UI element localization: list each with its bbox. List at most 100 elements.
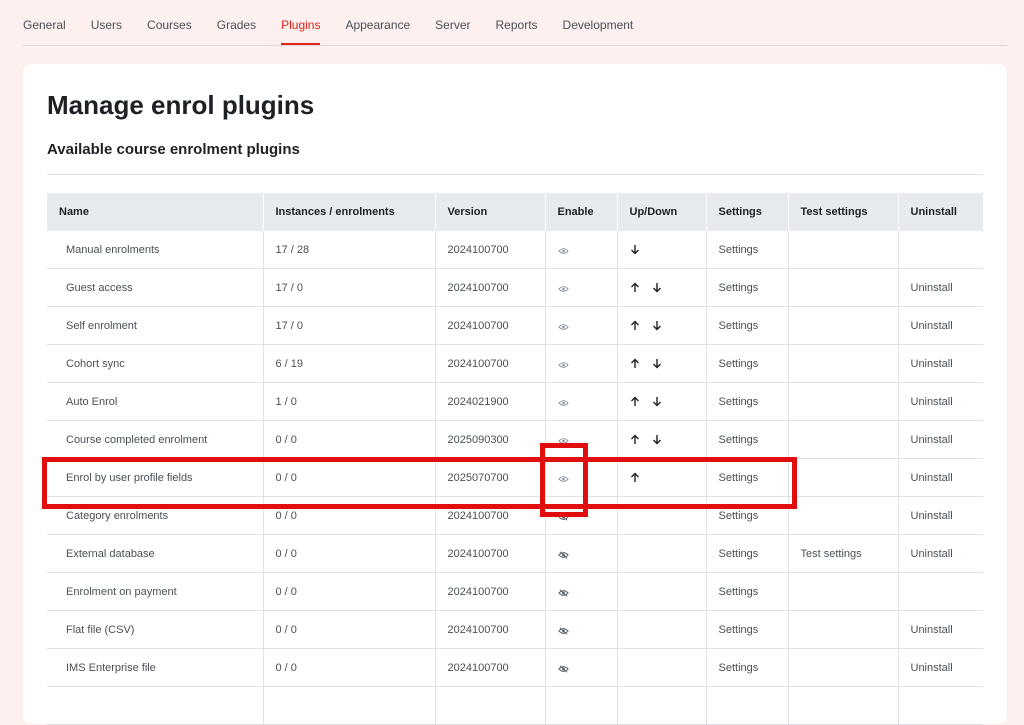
plugin-version: 2024100700 [434,534,545,573]
uninstall-link[interactable]: Uninstall [897,648,983,687]
arrow-down-icon[interactable] [652,282,662,293]
uninstall-link[interactable]: Uninstall [897,458,983,497]
eye-slash-icon[interactable] [557,588,569,597]
header-enable: Enable [544,193,617,231]
arrow-up-icon[interactable] [630,434,640,445]
nav-tab-general[interactable]: General [23,0,66,32]
nav-tab-plugins[interactable]: Plugins [281,0,321,45]
table-row: Enrolment on payment 0 / 0 2024100700 Setti… [47,572,983,611]
eye-icon[interactable] [557,360,569,368]
divider [47,174,983,175]
table-row: Cohort sync 6 / 19 2024100700 Settings Unins… [47,344,983,383]
table-row: Category enrolments 0 / 0 2024100700 Settin… [47,496,983,535]
settings-link[interactable]: Settings [705,496,788,535]
enable-cell [544,572,617,611]
settings-link[interactable]: Settings [705,231,788,269]
arrow-down-icon[interactable] [652,320,662,331]
settings-link[interactable]: Settings [705,610,788,649]
arrow-down-icon[interactable] [652,434,662,445]
settings-link[interactable]: Settings [705,382,788,421]
settings-link[interactable]: Settings [705,534,788,573]
nav-tab-grades[interactable]: Grades [217,0,256,32]
uninstall-link [897,686,983,725]
arrow-up-icon[interactable] [630,282,640,293]
nav-tab-courses[interactable]: Courses [147,0,192,32]
plugin-instances [262,686,435,725]
plugin-version: 2024021900 [434,382,545,421]
uninstall-link[interactable]: Uninstall [897,496,983,535]
plugin-version: 2024100700 [434,268,545,307]
arrow-up-icon[interactable] [630,472,640,483]
uninstall-link[interactable]: Uninstall [897,382,983,421]
uninstall-link[interactable]: Uninstall [897,610,983,649]
plugin-name: Course completed enrolment [47,420,263,459]
table-row: Enrol by user profile fields 0 / 0 2025070… [47,458,983,497]
table-row: Flat file (CSV) 0 / 0 2024100700 Settings Un… [47,610,983,649]
test-settings-link [787,496,898,535]
enable-cell [544,534,617,573]
settings-link[interactable]: Settings [705,572,788,611]
settings-link[interactable]: Settings [705,458,788,497]
uninstall-link[interactable]: Uninstall [897,420,983,459]
eye-icon[interactable] [557,284,569,292]
nav-tab-appearance[interactable]: Appearance [345,0,410,32]
updown-cell [616,420,706,459]
plugin-instances: 0 / 0 [262,420,435,459]
plugin-version: 2024100700 [434,610,545,649]
test-settings-link [787,382,898,421]
updown-cell [616,572,706,611]
plugin-name: Auto Enrol [47,382,263,421]
table-row: Auto Enrol 1 / 0 2024021900 Settings Uninsta… [47,382,983,421]
uninstall-link[interactable]: Uninstall [897,268,983,307]
arrow-down-icon[interactable] [630,244,640,255]
nav-tab-users[interactable]: Users [91,0,122,32]
settings-link[interactable]: Settings [705,268,788,307]
header-updown: Up/Down [616,193,706,231]
uninstall-link [897,572,983,611]
uninstall-link[interactable]: Uninstall [897,344,983,383]
enable-cell [544,382,617,421]
eye-icon[interactable] [557,474,569,482]
enable-cell [544,344,617,383]
plugin-version: 2024100700 [434,648,545,687]
eye-slash-icon[interactable] [557,550,569,559]
settings-link[interactable]: Settings [705,648,788,687]
arrow-down-icon[interactable] [652,396,662,407]
arrow-up-icon[interactable] [630,358,640,369]
enable-cell [544,496,617,535]
eye-icon[interactable] [557,436,569,444]
eye-slash-icon[interactable] [557,664,569,673]
arrow-up-icon[interactable] [630,320,640,331]
test-settings-link[interactable]: Test settings [787,534,898,573]
table-row: External database 0 / 0 2024100700 Settings… [47,534,983,573]
arrow-up-icon[interactable] [630,396,640,407]
settings-link[interactable]: Settings [705,306,788,345]
plugin-name: Cohort sync [47,344,263,383]
plugin-instances: 17 / 28 [262,231,435,269]
eye-slash-icon[interactable] [557,626,569,635]
test-settings-link [787,306,898,345]
uninstall-link[interactable]: Uninstall [897,534,983,573]
enable-cell [544,231,617,269]
table-row: Course completed enrolment 0 / 0 202509030… [47,420,983,459]
nav-tab-server[interactable]: Server [435,0,470,32]
table-row: Self enrolment 17 / 0 2024100700 Settings Un… [47,306,983,345]
enable-cell [544,610,617,649]
plugin-version: 2025090300 [434,420,545,459]
enable-cell [544,306,617,345]
test-settings-link [787,458,898,497]
eye-slash-icon[interactable] [557,512,569,521]
uninstall-link[interactable]: Uninstall [897,306,983,345]
settings-link[interactable]: Settings [705,344,788,383]
arrow-down-icon[interactable] [652,358,662,369]
eye-icon[interactable] [557,246,569,254]
plugin-version: 2024100700 [434,496,545,535]
eye-icon[interactable] [557,398,569,406]
nav-tab-reports[interactable]: Reports [496,0,538,32]
plugin-version [434,686,545,725]
eye-icon[interactable] [557,322,569,330]
plugin-version: 2024100700 [434,344,545,383]
settings-link[interactable]: Settings [705,420,788,459]
test-settings-link [787,268,898,307]
nav-tab-development[interactable]: Development [563,0,634,32]
